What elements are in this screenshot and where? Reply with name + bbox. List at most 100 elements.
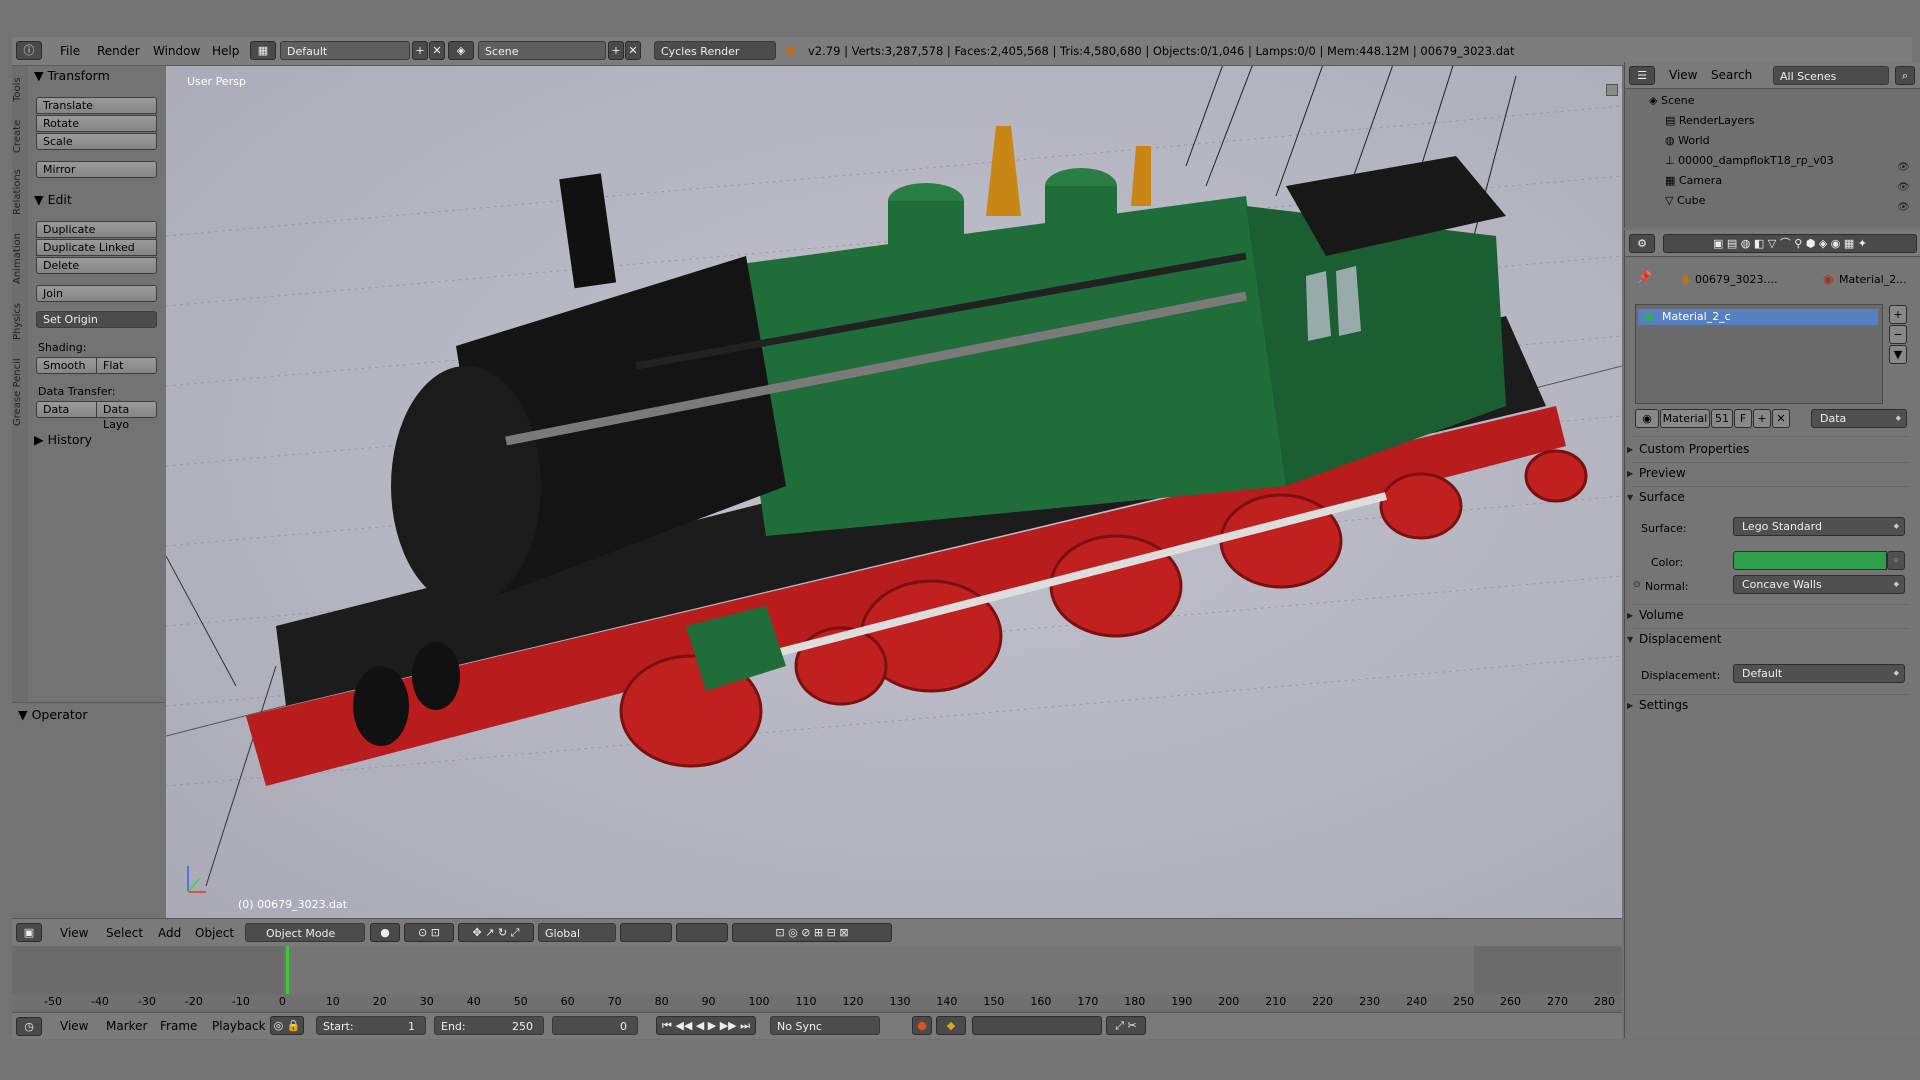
history-panel-header[interactable]: ▶ History [34, 432, 92, 447]
add-slot-button[interactable]: + [1889, 305, 1907, 324]
menu-render[interactable]: Render [97, 44, 140, 58]
outliner-search-icon[interactable]: ⌕ [1895, 66, 1915, 85]
outliner-item-renderlayers[interactable]: ▤ RenderLayers [1625, 112, 1920, 130]
sync-select[interactable]: No Sync [770, 1016, 880, 1035]
material-slot-item[interactable]: ● Material_2_c [1638, 309, 1878, 325]
breadcrumb-material[interactable]: Material_2... [1839, 273, 1907, 286]
display-mode-select[interactable]: All Scenes [1773, 66, 1889, 85]
snapping-controls[interactable]: ⊡ ◎ ⊘ ⊞ ⊟ ⊠ [732, 923, 892, 942]
displacement-select[interactable]: Default [1733, 664, 1905, 683]
end-frame-field[interactable]: End: 250 [434, 1016, 544, 1035]
record-button[interactable]: ● [912, 1016, 932, 1035]
screen-layout-field[interactable]: Default [280, 41, 410, 60]
remove-scene-button[interactable]: ✕ [625, 41, 641, 60]
surface-shader-select[interactable]: Lego Standard [1733, 517, 1905, 536]
edit-panel-header[interactable]: ▼ Edit [34, 192, 72, 207]
material-slot-list[interactable]: ● Material_2_c [1635, 304, 1883, 404]
breadcrumb-object[interactable]: 00679_3023.... [1695, 273, 1777, 286]
rotate-button[interactable]: Rotate [36, 115, 157, 132]
keying-set-button[interactable]: ◆ [936, 1016, 966, 1035]
viewport-corner-widget[interactable] [1606, 84, 1618, 96]
smooth-button[interactable]: Smooth [36, 357, 97, 374]
browse-material-button[interactable]: ◉ [1635, 409, 1659, 428]
menu-view[interactable]: View [60, 1019, 88, 1033]
menu-view[interactable]: View [60, 926, 88, 940]
translate-button[interactable]: Translate [36, 97, 157, 114]
layers-grid-1[interactable] [620, 923, 672, 942]
color-swatch[interactable] [1733, 551, 1887, 570]
keying-buttons[interactable]: ⤢ ✂ [1106, 1016, 1146, 1035]
preview-range-toggle[interactable]: ◎ 🔒 [270, 1016, 304, 1035]
layers-grid-2[interactable] [676, 923, 728, 942]
manipulator-buttons[interactable]: ✥ ↗ ↻ ⤢ [458, 923, 534, 942]
remove-slot-button[interactable]: − [1889, 325, 1907, 344]
current-frame-field[interactable]: 0 [552, 1016, 638, 1035]
menu-object[interactable]: Object [195, 926, 234, 940]
menu-add[interactable]: Add [158, 926, 181, 940]
menu-playback[interactable]: Playback [212, 1019, 266, 1033]
mirror-button[interactable]: Mirror [36, 161, 157, 178]
screen-layout-icon[interactable]: ▦ [250, 41, 276, 60]
menu-select[interactable]: Select [106, 926, 143, 940]
data-transfer-button[interactable]: Data [36, 401, 97, 418]
menu-frame[interactable]: Frame [160, 1019, 197, 1033]
data-layout-button[interactable]: Data Layo [96, 401, 157, 431]
custom-properties-section[interactable]: Custom Properties [1627, 442, 1749, 456]
tab-tools[interactable]: Tools [12, 70, 28, 110]
outliner-item-world[interactable]: ◍ World [1625, 132, 1920, 150]
outliner-item-camera[interactable]: ▦ Camera [1625, 172, 1920, 190]
scene-icon[interactable]: ◈ [448, 41, 474, 60]
scale-button[interactable]: Scale [36, 133, 157, 150]
surface-section[interactable]: Surface [1627, 490, 1685, 504]
mode-select[interactable]: Object Mode [245, 923, 365, 942]
add-layout-button[interactable]: + [412, 41, 428, 60]
menu-help[interactable]: Help [212, 44, 239, 58]
menu-file[interactable]: File [60, 44, 80, 58]
material-name-field[interactable]: Material [1660, 409, 1710, 428]
remove-layout-button[interactable]: ✕ [429, 41, 445, 60]
render-engine-select[interactable]: Cycles Render [654, 41, 776, 60]
viewport-shading-button[interactable]: ● [370, 923, 400, 942]
active-keying-set-field[interactable] [972, 1016, 1102, 1035]
start-frame-field[interactable]: Start: 1 [316, 1016, 426, 1035]
outliner-item-cube[interactable]: ▽ Cube [1625, 192, 1920, 210]
context-tabs[interactable]: ▣ ▤ ◍ ◧ ▽ ⌒ ⚲ ⬢ ◈ ◉ ▦ ✦ [1663, 234, 1917, 253]
3d-viewport[interactable]: User Persp (0) 00679_3023.dat [166, 66, 1622, 918]
slot-specials-button[interactable]: ▼ [1889, 345, 1907, 364]
operator-panel-header[interactable]: ▼ Operator [18, 707, 88, 722]
normal-socket-icon[interactable]: ⊙ [1633, 580, 1641, 590]
duplicate-linked-button[interactable]: Duplicate Linked [36, 239, 157, 256]
unlink-material-button[interactable]: ✕ [1772, 409, 1790, 428]
tab-relations[interactable]: Relations [12, 162, 28, 222]
editor-type-properties-button[interactable]: ⚙ [1629, 234, 1655, 253]
menu-search[interactable]: Search [1711, 68, 1752, 82]
add-scene-button[interactable]: + [608, 41, 624, 60]
preview-section[interactable]: Preview [1627, 466, 1686, 480]
tab-create[interactable]: Create [12, 114, 28, 158]
playback-controls[interactable]: ⏮ ◀◀ ◀ ▶ ▶▶ ⏭ [656, 1016, 756, 1035]
pin-icon[interactable]: 📌 [1637, 270, 1652, 284]
current-frame-indicator[interactable] [285, 946, 289, 994]
tab-grease-pencil[interactable]: Grease Pencil [12, 352, 28, 432]
outliner-item-model[interactable]: ⊥ 00000_dampflokT18_rp_v03 [1625, 152, 1920, 170]
link-select[interactable]: Data [1811, 409, 1907, 428]
pivot-point-button[interactable]: ⊙ ⊡ [404, 923, 454, 942]
displacement-section[interactable]: Displacement [1627, 632, 1721, 646]
volume-section[interactable]: Volume [1627, 608, 1684, 622]
menu-marker[interactable]: Marker [106, 1019, 147, 1033]
flat-button[interactable]: Flat [96, 357, 157, 374]
menu-window[interactable]: Window [153, 44, 200, 58]
editor-type-timeline-button[interactable]: ◷ [16, 1017, 42, 1036]
editor-type-info-button[interactable]: ⓘ [16, 41, 42, 60]
tab-animation[interactable]: Animation [12, 226, 28, 292]
transform-panel-header[interactable]: ▼ Transform [34, 68, 110, 83]
tab-physics[interactable]: Physics [12, 296, 28, 348]
editor-type-outliner-button[interactable]: ☰ [1629, 66, 1655, 85]
settings-section[interactable]: Settings [1627, 698, 1688, 712]
fake-user-button[interactable]: F [1734, 409, 1752, 428]
delete-button[interactable]: Delete [36, 257, 157, 274]
duplicate-button[interactable]: Duplicate [36, 221, 157, 238]
menu-view[interactable]: View [1669, 68, 1697, 82]
outliner-item-scene[interactable]: ◈ Scene [1625, 92, 1920, 110]
scene-field[interactable]: Scene [478, 41, 606, 60]
